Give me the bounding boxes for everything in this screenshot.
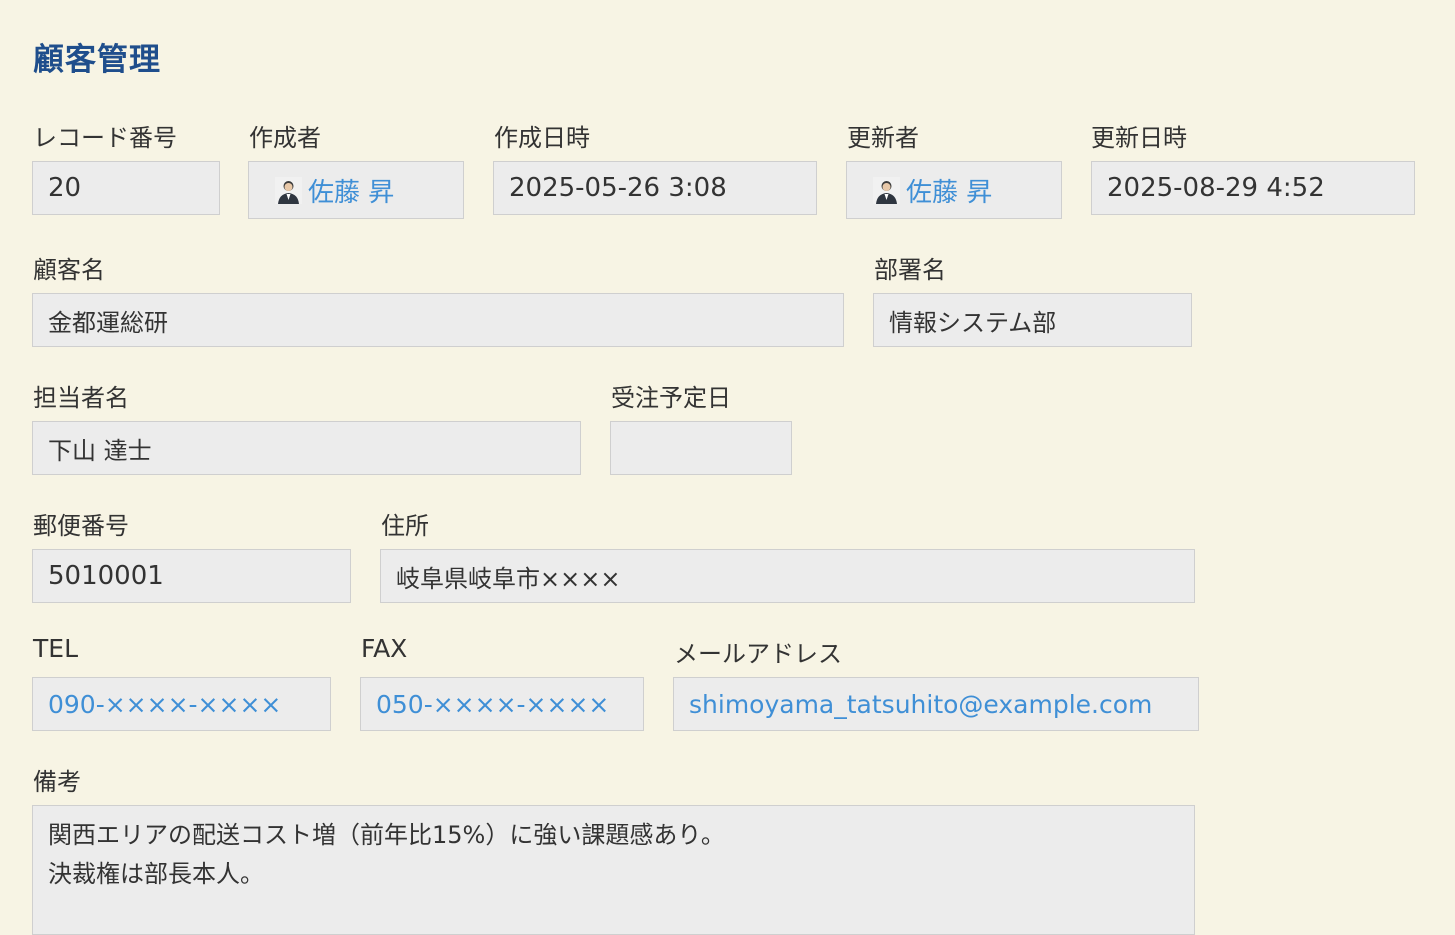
postal-field: 5010001: [32, 549, 351, 603]
updater-label: 更新者: [847, 124, 919, 152]
memo-label: 備考: [33, 768, 81, 796]
contact-label: 担当者名: [33, 384, 129, 412]
user-avatar-icon: [873, 176, 900, 204]
created-at-label: 作成日時: [494, 124, 590, 152]
tel-label: TEL: [33, 634, 78, 663]
fax-label: FAX: [361, 634, 408, 663]
address-field: 岐阜県岐阜市××××: [380, 549, 1195, 603]
department-field: 情報システム部: [873, 293, 1192, 347]
page-title: 顧客管理: [33, 42, 161, 78]
email-label: メールアドレス: [674, 640, 842, 668]
creator-label: 作成者: [249, 124, 321, 152]
record-no-field: 20: [32, 161, 220, 215]
tel-link[interactable]: 090-××××-××××: [32, 677, 331, 731]
updater-name[interactable]: 佐藤 昇: [906, 172, 992, 209]
created-at-field: 2025-05-26 3:08: [493, 161, 817, 215]
postal-label: 郵便番号: [33, 512, 129, 540]
creator-name[interactable]: 佐藤 昇: [308, 172, 394, 209]
user-avatar-icon: [275, 176, 302, 204]
fax-link[interactable]: 050-××××-××××: [360, 677, 644, 731]
memo-line: 関西エリアの配送コスト増（前年比15%）に強い課題感あり。: [48, 821, 725, 849]
customer-name-label: 顧客名: [33, 256, 105, 284]
order-date-field: [610, 421, 792, 475]
memo-line: 決裁権は部長本人。: [48, 860, 264, 888]
updated-at-field: 2025-08-29 4:52: [1091, 161, 1415, 215]
creator-field[interactable]: 佐藤 昇: [248, 161, 464, 219]
updated-at-label: 更新日時: [1091, 124, 1187, 152]
email-link[interactable]: shimoyama_tatsuhito@example.com: [673, 677, 1199, 731]
department-label: 部署名: [874, 256, 946, 284]
record-no-label: レコード番号: [33, 124, 177, 152]
address-label: 住所: [381, 512, 429, 540]
memo-field: 関西エリアの配送コスト増（前年比15%）に強い課題感あり。 決裁権は部長本人。: [32, 805, 1195, 935]
updater-field[interactable]: 佐藤 昇: [846, 161, 1062, 219]
customer-name-field: 金都運総研: [32, 293, 844, 347]
order-date-label: 受注予定日: [611, 384, 731, 412]
contact-field: 下山 達士: [32, 421, 581, 475]
